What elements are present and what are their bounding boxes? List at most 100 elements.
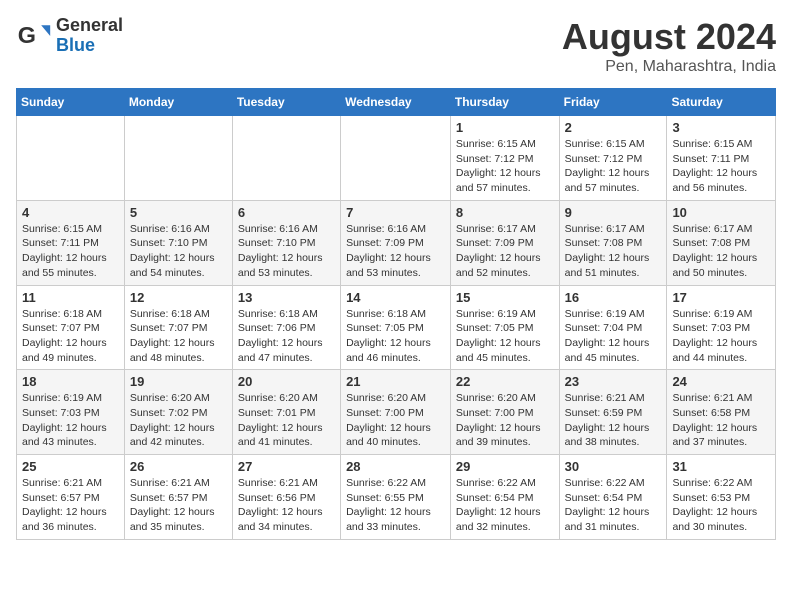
logo: G General Blue [16, 16, 123, 56]
calendar-cell: 10 Sunrise: 6:17 AM Sunset: 7:08 PM Dayli… [667, 200, 776, 285]
logo-icon: G [16, 18, 52, 54]
day-info: Sunrise: 6:17 AM Sunset: 7:08 PM Dayligh… [672, 222, 770, 281]
day-info: Sunrise: 6:17 AM Sunset: 7:08 PM Dayligh… [565, 222, 662, 281]
day-number: 4 [22, 205, 119, 220]
day-number: 9 [565, 205, 662, 220]
page-header: G General Blue August 2024 Pen, Maharash… [16, 16, 776, 76]
day-number: 22 [456, 374, 554, 389]
calendar-cell: 20Sunrise: 6:20 AM Sunset: 7:01 PM Dayli… [232, 370, 340, 455]
day-number: 8 [456, 205, 554, 220]
day-info: Sunrise: 6:16 AM Sunset: 7:10 PM Dayligh… [238, 222, 335, 281]
day-number: 16 [565, 290, 662, 305]
day-number: 12 [130, 290, 227, 305]
day-number: 3 [672, 120, 770, 135]
calendar-cell: 23 Sunrise: 6:21 AM Sunset: 6:59 PM Dayli… [559, 370, 667, 455]
day-info: Sunrise: 6:21 AM Sunset: 6:56 PM Dayligh… [238, 476, 335, 535]
calendar-day-header: Thursday [450, 89, 559, 116]
day-info: Sunrise: 6:21 AM Sunset: 6:57 PM Dayligh… [22, 476, 119, 535]
day-number: 26 [130, 459, 227, 474]
logo-blue-text: Blue [56, 36, 123, 56]
day-number: 10 [672, 205, 770, 220]
day-info: Sunrise: 6:19 AM Sunset: 7:04 PM Dayligh… [565, 307, 662, 366]
calendar-cell: 22 Sunrise: 6:20 AM Sunset: 7:00 PM Dayli… [450, 370, 559, 455]
day-number: 2 [565, 120, 662, 135]
calendar-cell: 24 Sunrise: 6:21 AM Sunset: 6:58 PM Dayli… [667, 370, 776, 455]
calendar-week-row: 25 Sunrise: 6:21 AM Sunset: 6:57 PM Dayli… [17, 455, 776, 540]
calendar-cell: 30Sunrise: 6:22 AM Sunset: 6:54 PM Dayli… [559, 455, 667, 540]
calendar-day-header: Monday [124, 89, 232, 116]
day-info: Sunrise: 6:16 AM Sunset: 7:10 PM Dayligh… [130, 222, 227, 281]
calendar-cell: 14 Sunrise: 6:18 AM Sunset: 7:05 PM Dayli… [341, 285, 451, 370]
day-number: 28 [346, 459, 445, 474]
day-info: Sunrise: 6:18 AM Sunset: 7:05 PM Dayligh… [346, 307, 445, 366]
day-info: Sunrise: 6:15 AM Sunset: 7:12 PM Dayligh… [456, 137, 554, 196]
calendar-cell: 6 Sunrise: 6:16 AM Sunset: 7:10 PM Daylig… [232, 200, 340, 285]
calendar-header-row: SundayMondayTuesdayWednesdayThursdayFrid… [17, 89, 776, 116]
day-number: 6 [238, 205, 335, 220]
logo-text: General Blue [56, 16, 123, 56]
calendar-cell: 12 Sunrise: 6:18 AM Sunset: 7:07 PM Dayli… [124, 285, 232, 370]
title-area: August 2024 Pen, Maharashtra, India [562, 16, 776, 76]
day-number: 1 [456, 120, 554, 135]
day-info: Sunrise: 6:15 AM Sunset: 7:11 PM Dayligh… [22, 222, 119, 281]
logo-general-text: General [56, 16, 123, 36]
day-number: 31 [672, 459, 770, 474]
calendar-cell [124, 116, 232, 201]
calendar-cell: 27Sunrise: 6:21 AM Sunset: 6:56 PM Dayli… [232, 455, 340, 540]
calendar-cell: 18 Sunrise: 6:19 AM Sunset: 7:03 PM Dayli… [17, 370, 125, 455]
day-info: Sunrise: 6:17 AM Sunset: 7:09 PM Dayligh… [456, 222, 554, 281]
day-number: 14 [346, 290, 445, 305]
calendar-cell [341, 116, 451, 201]
day-number: 21 [346, 374, 445, 389]
day-info: Sunrise: 6:21 AM Sunset: 6:57 PM Dayligh… [130, 476, 227, 535]
day-number: 19 [130, 374, 227, 389]
calendar-cell: 26 Sunrise: 6:21 AM Sunset: 6:57 PM Dayli… [124, 455, 232, 540]
calendar-week-row: 1 Sunrise: 6:15 AM Sunset: 7:12 PM Daylig… [17, 116, 776, 201]
calendar-week-row: 4 Sunrise: 6:15 AM Sunset: 7:11 PM Daylig… [17, 200, 776, 285]
calendar-cell [17, 116, 125, 201]
month-title: August 2024 [562, 16, 776, 58]
day-info: Sunrise: 6:21 AM Sunset: 6:59 PM Dayligh… [565, 391, 662, 450]
day-number: 25 [22, 459, 119, 474]
calendar-cell: 16 Sunrise: 6:19 AM Sunset: 7:04 PM Dayli… [559, 285, 667, 370]
calendar-cell: 5 Sunrise: 6:16 AM Sunset: 7:10 PM Daylig… [124, 200, 232, 285]
day-number: 5 [130, 205, 227, 220]
day-number: 17 [672, 290, 770, 305]
day-info: Sunrise: 6:18 AM Sunset: 7:07 PM Dayligh… [22, 307, 119, 366]
calendar-cell: 25 Sunrise: 6:21 AM Sunset: 6:57 PM Dayli… [17, 455, 125, 540]
day-info: Sunrise: 6:22 AM Sunset: 6:55 PM Dayligh… [346, 476, 445, 535]
day-number: 11 [22, 290, 119, 305]
calendar-day-header: Sunday [17, 89, 125, 116]
day-info: Sunrise: 6:19 AM Sunset: 7:03 PM Dayligh… [22, 391, 119, 450]
day-number: 20 [238, 374, 335, 389]
calendar-cell: 29Sunrise: 6:22 AM Sunset: 6:54 PM Dayli… [450, 455, 559, 540]
calendar-day-header: Friday [559, 89, 667, 116]
calendar-cell: 15Sunrise: 6:19 AM Sunset: 7:05 PM Dayli… [450, 285, 559, 370]
day-number: 7 [346, 205, 445, 220]
day-info: Sunrise: 6:19 AM Sunset: 7:03 PM Dayligh… [672, 307, 770, 366]
day-number: 30 [565, 459, 662, 474]
day-info: Sunrise: 6:15 AM Sunset: 7:12 PM Dayligh… [565, 137, 662, 196]
day-info: Sunrise: 6:20 AM Sunset: 7:00 PM Dayligh… [456, 391, 554, 450]
day-info: Sunrise: 6:20 AM Sunset: 7:00 PM Dayligh… [346, 391, 445, 450]
calendar-table: SundayMondayTuesdayWednesdayThursdayFrid… [16, 88, 776, 540]
day-info: Sunrise: 6:19 AM Sunset: 7:05 PM Dayligh… [456, 307, 554, 366]
location: Pen, Maharashtra, India [562, 58, 776, 76]
calendar-day-header: Saturday [667, 89, 776, 116]
calendar-week-row: 11 Sunrise: 6:18 AM Sunset: 7:07 PM Dayli… [17, 285, 776, 370]
calendar-cell: 17 Sunrise: 6:19 AM Sunset: 7:03 PM Dayli… [667, 285, 776, 370]
calendar-cell: 9 Sunrise: 6:17 AM Sunset: 7:08 PM Daylig… [559, 200, 667, 285]
day-number: 13 [238, 290, 335, 305]
day-info: Sunrise: 6:15 AM Sunset: 7:11 PM Dayligh… [672, 137, 770, 196]
day-number: 23 [565, 374, 662, 389]
day-number: 18 [22, 374, 119, 389]
day-info: Sunrise: 6:18 AM Sunset: 7:07 PM Dayligh… [130, 307, 227, 366]
calendar-cell: 11 Sunrise: 6:18 AM Sunset: 7:07 PM Dayli… [17, 285, 125, 370]
calendar-cell: 13 Sunrise: 6:18 AM Sunset: 7:06 PM Dayli… [232, 285, 340, 370]
day-info: Sunrise: 6:21 AM Sunset: 6:58 PM Dayligh… [672, 391, 770, 450]
calendar-cell: 2 Sunrise: 6:15 AM Sunset: 7:12 PM Daylig… [559, 116, 667, 201]
day-number: 29 [456, 459, 554, 474]
day-number: 24 [672, 374, 770, 389]
day-info: Sunrise: 6:18 AM Sunset: 7:06 PM Dayligh… [238, 307, 335, 366]
calendar-cell: 1 Sunrise: 6:15 AM Sunset: 7:12 PM Daylig… [450, 116, 559, 201]
